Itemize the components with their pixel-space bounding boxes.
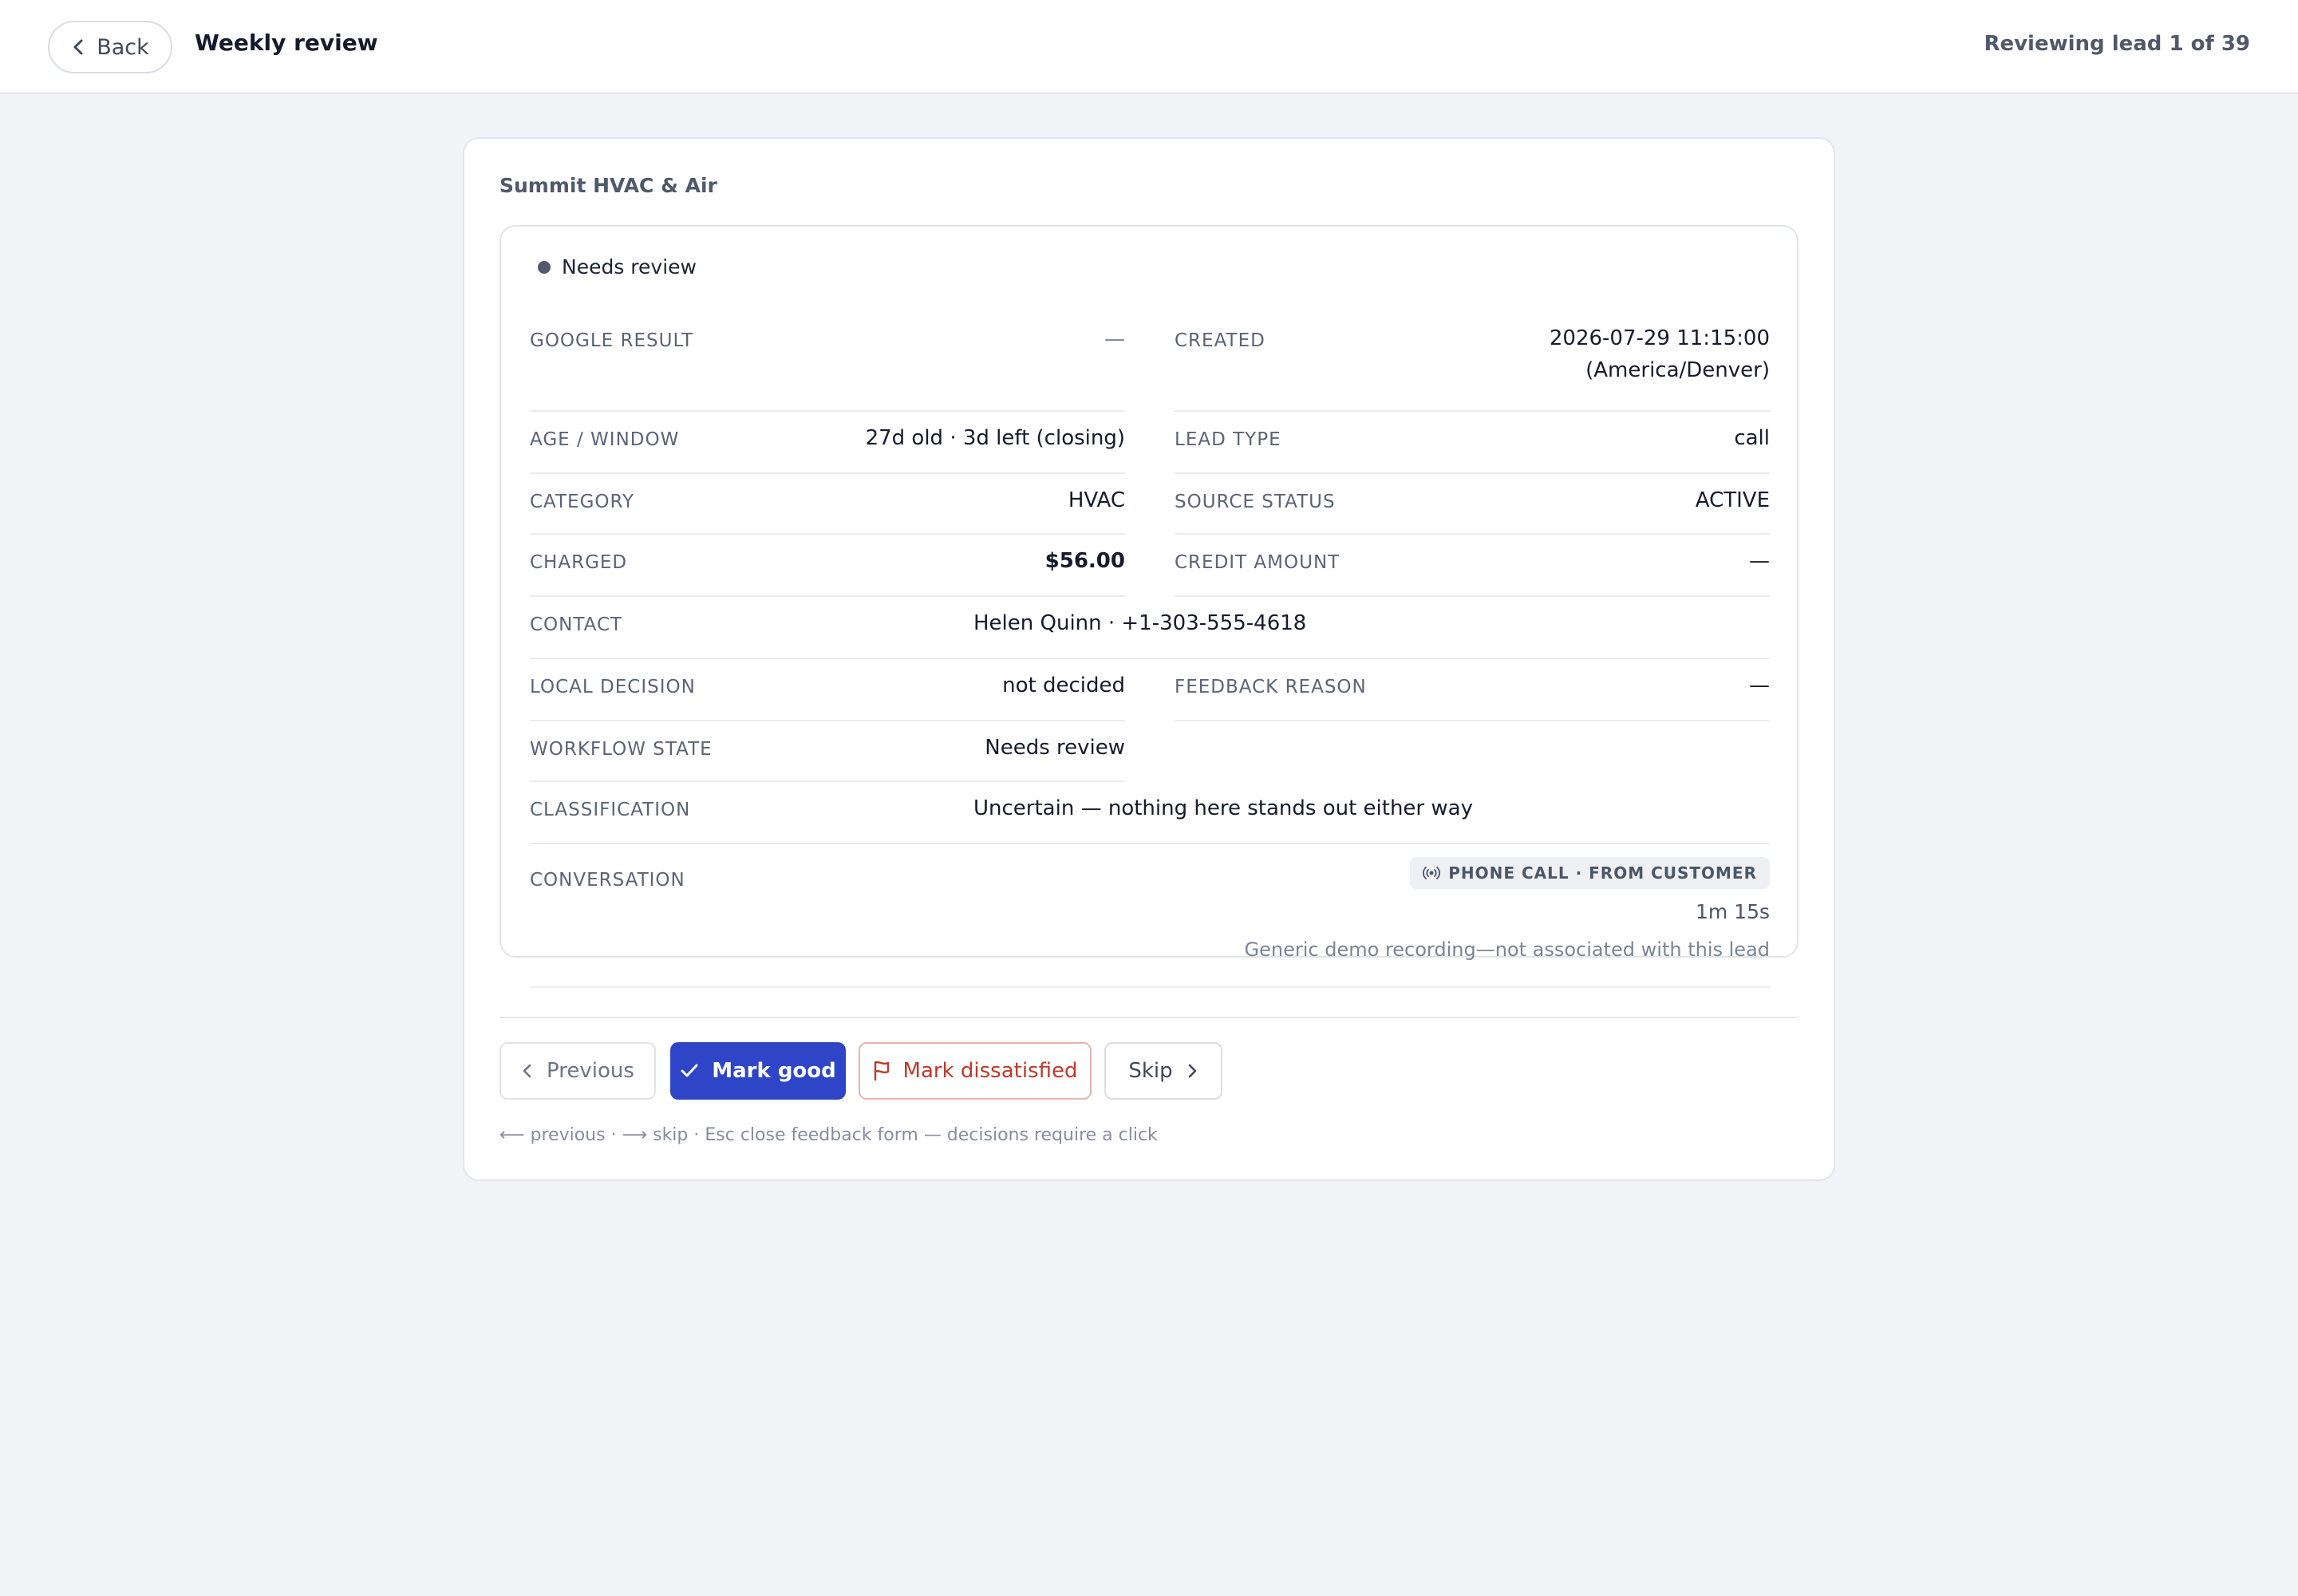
field-label: CATEGORY — [530, 492, 635, 512]
field-value: ACTIVE — [1695, 488, 1770, 512]
field-label: CHARGED — [530, 552, 628, 573]
status-dot-icon — [538, 260, 551, 274]
field-charged: CHARGED $56.00 — [530, 533, 1125, 597]
field-value: not decided — [1002, 674, 1125, 697]
previous-button[interactable]: Previous — [499, 1042, 656, 1100]
field-value: — — [1104, 327, 1125, 351]
field-label: FEEDBACK REASON — [1175, 677, 1367, 697]
review-progress: Reviewing lead 1 of 39 — [1984, 32, 2250, 56]
chevron-left-icon — [73, 39, 83, 55]
lead-card: Summit HVAC & Air Needs review GOOGLE RE… — [463, 137, 1835, 1181]
divider — [499, 1017, 1799, 1018]
created-datetime: 2026-07-29 11:15:00 — [1549, 326, 1770, 350]
keyboard-hint: ⟵ previous · ⟶ skip · Esc close feedback… — [499, 1125, 1158, 1145]
field-google-result: GOOGLE RESULT — — [530, 319, 1125, 412]
check-icon — [681, 1064, 698, 1077]
field-value: Uncertain — nothing here stands out eith… — [973, 796, 1473, 820]
field-value: call — [1734, 426, 1770, 450]
field-age-window: AGE / WINDOW 27d old · 3d left (closing) — [530, 410, 1125, 474]
field-contact: CONTACT Helen Quinn · +1-303-555-4618 — [530, 595, 1770, 659]
call-duration: 1m 15s — [1695, 900, 1770, 923]
field-label: CONTACT — [530, 614, 623, 635]
back-label: Back — [97, 34, 149, 60]
field-conversation: CONVERSATION PHONE CALL · FROM CUSTOMER … — [530, 843, 1770, 988]
chevron-left-icon — [523, 1064, 531, 1078]
top-bar: Back Weekly review Reviewing lead 1 of 3… — [0, 0, 2298, 94]
skip-button[interactable]: Skip — [1104, 1042, 1222, 1100]
mark-dissatisfied-button[interactable]: Mark dissatisfied — [859, 1042, 1092, 1100]
page-title: Weekly review — [195, 30, 378, 56]
previous-label: Previous — [547, 1059, 634, 1083]
chevron-right-icon — [1188, 1064, 1196, 1078]
field-local-decision: LOCAL DECISION not decided — [530, 658, 1125, 721]
back-button[interactable]: Back — [48, 21, 172, 73]
field-label: WORKFLOW STATE — [530, 739, 713, 760]
field-label: GOOGLE RESULT — [530, 330, 694, 351]
field-label: CLASSIFICATION — [530, 800, 691, 820]
field-value: 2026-07-29 11:15:00 (America/Denver) — [1550, 322, 1770, 386]
status-text: Needs review — [562, 255, 697, 279]
field-lead-type: LEAD TYPE call — [1175, 410, 1770, 474]
field-label: CREDIT AMOUNT — [1175, 552, 1340, 573]
recording-disclaimer: Generic demo recording—not associated wi… — [1244, 938, 1770, 961]
field-value: — — [1749, 549, 1770, 573]
field-value: — — [1749, 674, 1770, 697]
field-feedback-reason: FEEDBACK REASON — — [1175, 658, 1770, 721]
field-value: 27d old · 3d left (closing) — [865, 426, 1125, 450]
field-value: HVAC — [1068, 488, 1125, 512]
field-label: CREATED — [1175, 330, 1265, 351]
flag-icon — [874, 1061, 889, 1081]
field-category: CATEGORY HVAC — [530, 472, 1125, 535]
field-classification: CLASSIFICATION Uncertain — nothing here … — [530, 780, 1770, 844]
field-credit-amount: CREDIT AMOUNT — — [1175, 533, 1770, 597]
field-label: AGE / WINDOW — [530, 429, 680, 450]
mark-good-button[interactable]: Mark good — [670, 1042, 846, 1100]
conversation-type-chip: PHONE CALL · FROM CUSTOMER — [1410, 857, 1770, 889]
field-value: $56.00 — [1044, 549, 1125, 573]
field-label: LEAD TYPE — [1175, 429, 1281, 450]
field-source-status: SOURCE STATUS ACTIVE — [1175, 472, 1770, 535]
status-badge: Needs review — [538, 255, 697, 279]
created-timezone: (America/Denver) — [1585, 358, 1770, 382]
field-value: Helen Quinn · +1-303-555-4618 — [973, 611, 1307, 635]
broadcast-icon — [1423, 867, 1441, 879]
field-workflow-state: WORKFLOW STATE Needs review — [530, 720, 1125, 782]
mark-dissatisfied-label: Mark dissatisfied — [902, 1059, 1078, 1083]
field-value: Needs review — [985, 736, 1125, 760]
skip-label: Skip — [1128, 1059, 1173, 1083]
field-label: CONVERSATION — [530, 870, 685, 891]
business-name: Summit HVAC & Air — [499, 174, 717, 197]
field-label: SOURCE STATUS — [1175, 492, 1336, 512]
conversation-chip-text: PHONE CALL · FROM CUSTOMER — [1448, 863, 1757, 883]
field-created: CREATED 2026-07-29 11:15:00 (America/Den… — [1175, 319, 1770, 412]
lead-details-panel: Needs review GOOGLE RESULT — CREATED 202… — [499, 225, 1799, 988]
field-label: LOCAL DECISION — [530, 677, 696, 697]
mark-good-label: Mark good — [712, 1059, 836, 1083]
